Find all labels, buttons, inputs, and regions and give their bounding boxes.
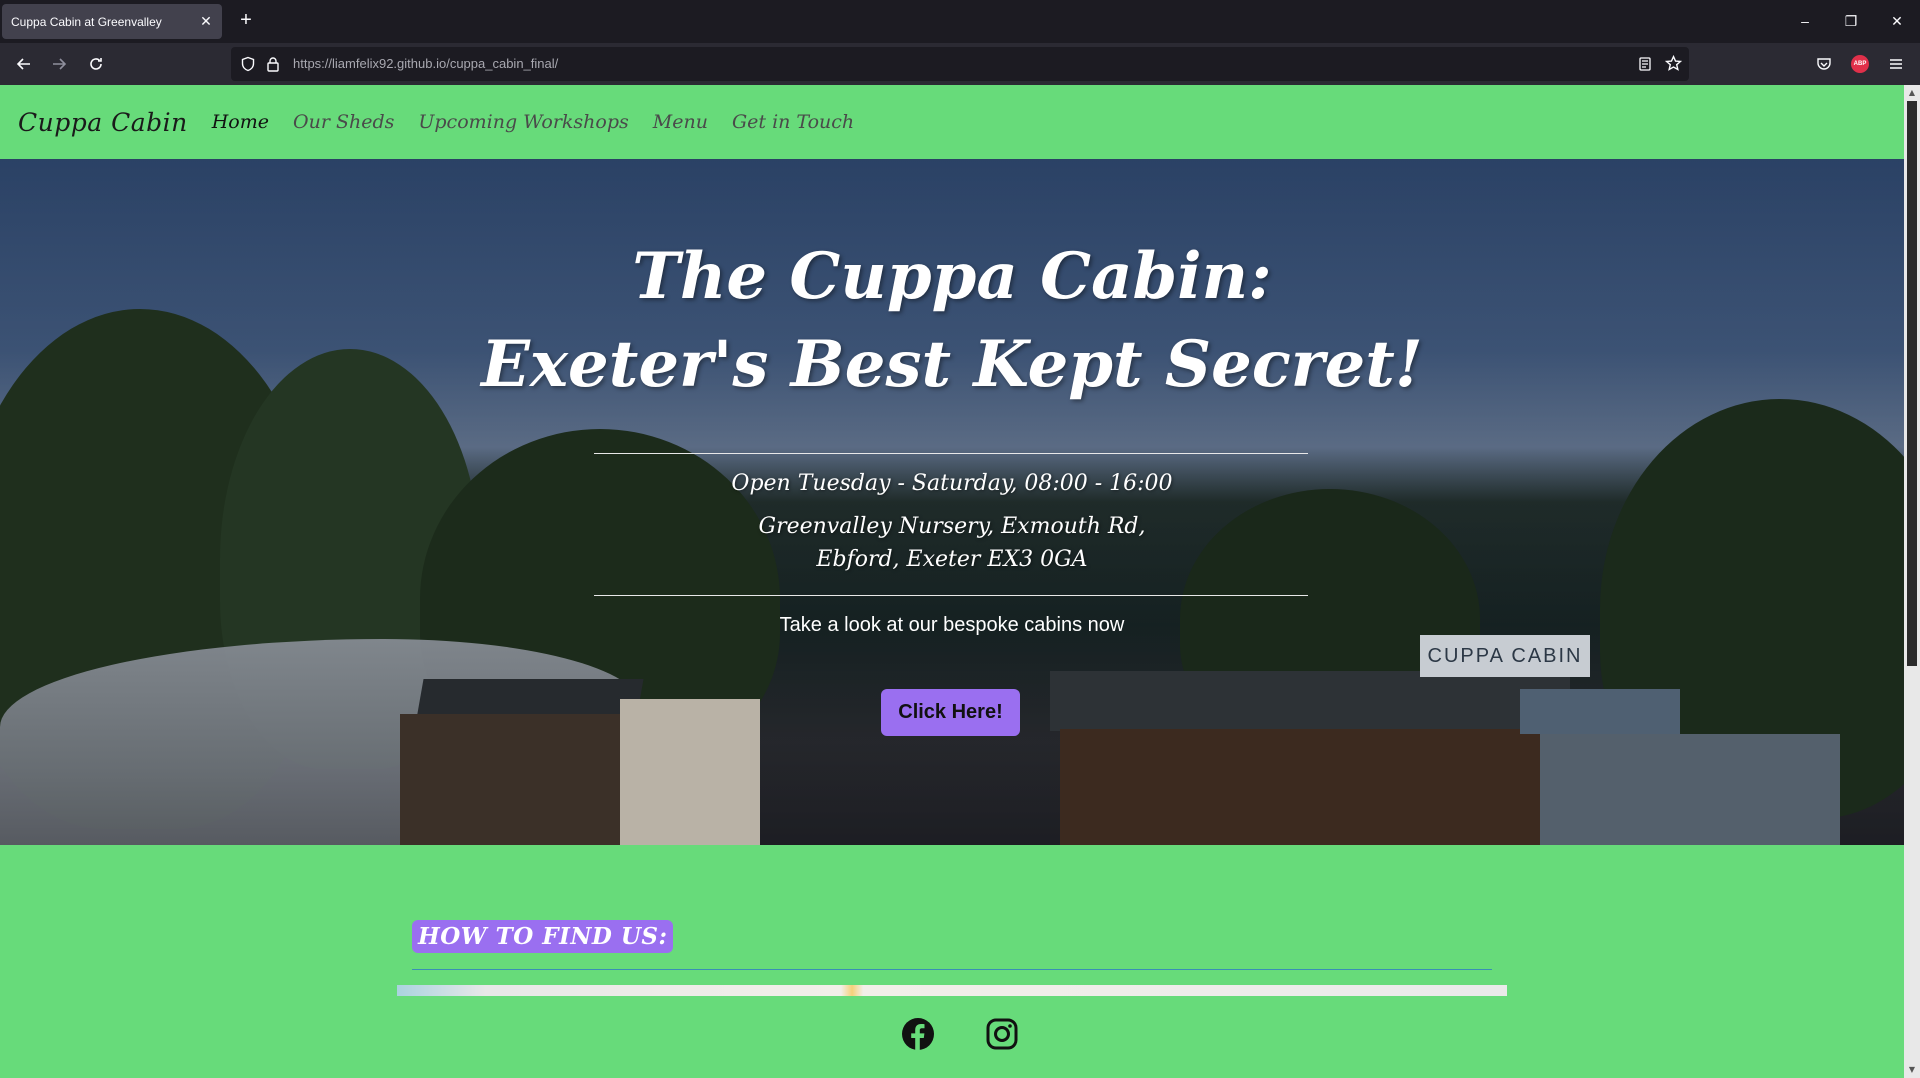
- site-navbar: Cuppa Cabin Home Our Sheds Upcoming Work…: [0, 85, 1904, 159]
- hero-divider-top: [594, 453, 1308, 454]
- browser-tab[interactable]: Cuppa Cabin at Greenvalley ✕: [2, 4, 222, 39]
- adblock-extension-icon[interactable]: ABP: [1851, 55, 1869, 73]
- pocket-icon[interactable]: [1816, 56, 1832, 76]
- url-path: /cuppa_cabin_final/: [446, 56, 559, 71]
- tab-title: Cuppa Cabin at Greenvalley: [11, 14, 162, 29]
- page-viewport: Cuppa Cabin Home Our Sheds Upcoming Work…: [0, 85, 1904, 1078]
- close-tab-icon[interactable]: ✕: [198, 13, 214, 29]
- click-here-button[interactable]: Click Here!: [881, 689, 1020, 736]
- cuppa-cabin-sign: CUPPA CABIN: [1420, 635, 1590, 677]
- scroll-down-icon[interactable]: ▼: [1904, 1062, 1920, 1078]
- instagram-icon[interactable]: [985, 1017, 1019, 1051]
- cta-text: Take a look at our bespoke cabins now: [779, 614, 1125, 636]
- address-line2: Ebford, Exeter EX3 0GA: [816, 547, 1088, 572]
- menu-hamburger-icon[interactable]: [1888, 56, 1904, 76]
- browser-toolbar: https://liamfelix92.github.io/cuppa_cabi…: [0, 43, 1920, 85]
- location-map[interactable]: [397, 985, 1507, 996]
- reader-view-icon[interactable]: [1637, 56, 1653, 76]
- bookmark-star-icon[interactable]: [1664, 54, 1683, 76]
- hero-title-line1: The Cuppa Cabin:: [632, 239, 1272, 314]
- url-host: https://liamfelix92.github.io: [293, 56, 447, 71]
- forward-icon[interactable]: [45, 50, 73, 78]
- nav-home[interactable]: Home: [212, 111, 269, 133]
- opening-hours: Open Tuesday - Saturday, 08:00 - 16:00: [731, 471, 1173, 496]
- address-line1: Greenvalley Nursery, Exmouth Rd,: [758, 514, 1146, 539]
- restore-icon[interactable]: ❐: [1836, 8, 1866, 34]
- nav-upcoming-workshops[interactable]: Upcoming Workshops: [418, 111, 628, 133]
- hero-title-line2: Exeter's Best Kept Secret!: [481, 327, 1423, 402]
- scrollbar-thumb[interactable]: [1907, 101, 1917, 666]
- find-us-heading: HOW TO FIND US:: [412, 920, 674, 953]
- lock-icon[interactable]: [266, 56, 280, 76]
- nav-menu[interactable]: Menu: [653, 111, 708, 133]
- scroll-up-icon[interactable]: ▲: [1904, 85, 1920, 101]
- url-text: https://liamfelix92.github.io/cuppa_cabi…: [293, 47, 558, 81]
- site-brand[interactable]: Cuppa Cabin: [18, 108, 188, 137]
- hero-section: CUPPA CABIN The Cuppa Cabin: Exeter's Be…: [0, 159, 1904, 845]
- new-tab-icon[interactable]: +: [236, 10, 256, 30]
- nav-get-in-touch[interactable]: Get in Touch: [732, 111, 854, 133]
- browser-tab-bar: Cuppa Cabin at Greenvalley ✕ + – ❐ ✕: [0, 0, 1920, 43]
- back-icon[interactable]: [10, 50, 38, 78]
- nav-our-sheds[interactable]: Our Sheds: [293, 111, 394, 133]
- close-window-icon[interactable]: ✕: [1882, 8, 1912, 34]
- hero-divider-bottom: [594, 595, 1308, 596]
- shield-icon[interactable]: [240, 56, 256, 76]
- minimize-icon[interactable]: –: [1790, 8, 1820, 34]
- page-scrollbar[interactable]: ▲ ▼: [1904, 85, 1920, 1078]
- facebook-icon[interactable]: [901, 1017, 935, 1051]
- reload-icon[interactable]: [82, 50, 110, 78]
- find-us-divider: [412, 969, 1492, 970]
- address-bar[interactable]: https://liamfelix92.github.io/cuppa_cabi…: [231, 47, 1689, 81]
